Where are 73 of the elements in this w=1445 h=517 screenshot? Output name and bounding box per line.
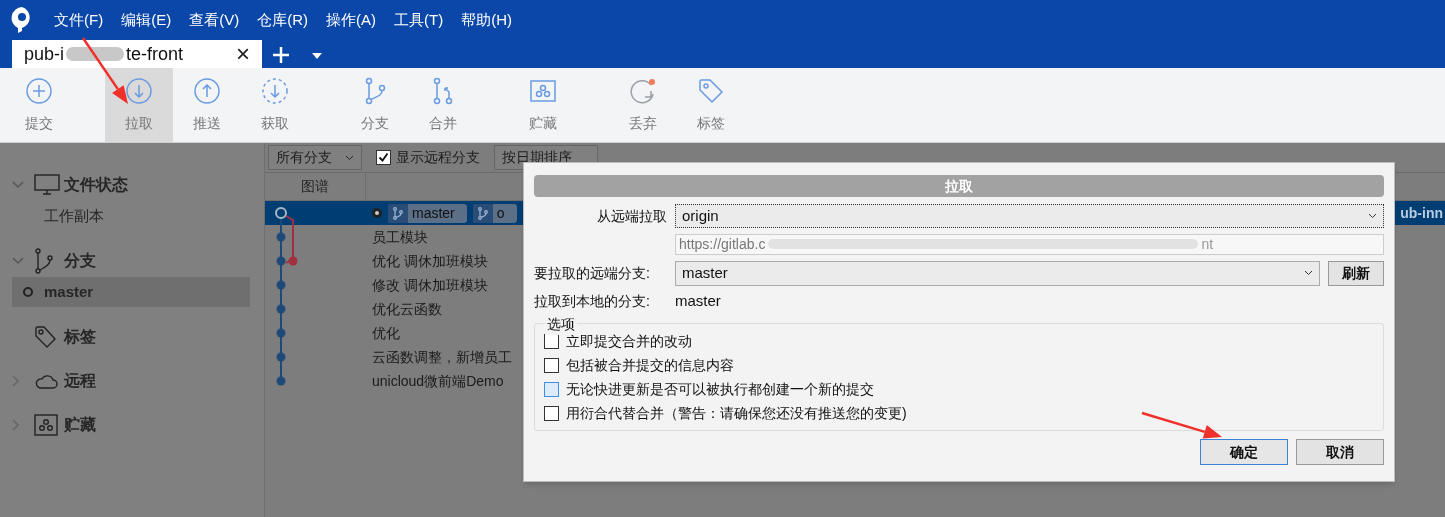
caret-down-icon[interactable]	[312, 53, 322, 59]
checkbox-option[interactable]: 无论快进更新是否可以被执行都创建一个新的提交	[544, 380, 874, 398]
toolbar-button[interactable]: 分支	[341, 68, 409, 142]
arrow-down-circle-icon	[125, 76, 153, 105]
toolbar-button[interactable]: 获取	[241, 68, 309, 142]
group-title: 选项	[545, 314, 577, 335]
refresh-button[interactable]: 刷新	[1328, 260, 1384, 286]
menu-item[interactable]: 查看(V)	[189, 8, 240, 32]
field-label: 从远端拉取	[596, 206, 668, 226]
repository-tab[interactable]: pub-i te-front ×	[12, 40, 262, 68]
blurred-text	[66, 47, 125, 61]
commit-ref-text: ub-inn	[1400, 203, 1444, 223]
menu-item[interactable]: 帮助(H)	[461, 8, 512, 32]
arrow-up-circle-icon	[193, 76, 221, 105]
sidebar-section[interactable]: 标签	[64, 325, 96, 349]
toolbar-button[interactable]: 提交	[5, 68, 73, 142]
menu-item[interactable]: 编辑(E)	[121, 8, 172, 32]
local-branch-value: master	[675, 290, 721, 311]
toolbar-button[interactable]: 合并	[409, 68, 477, 142]
sidebar-section[interactable]: 文件状态	[64, 173, 128, 197]
branch-filter-dropdown[interactable]: 所有分支	[268, 145, 362, 170]
checkbox-option[interactable]: 包括被合并提交的信息内容	[544, 356, 734, 374]
checkbox-option[interactable]: 立即提交合并的改动	[544, 332, 692, 350]
annotation-arrow	[81, 37, 128, 104]
field-label: 拉取到本地的分支:	[534, 291, 651, 311]
field-label: 要拉取的远端分支:	[534, 263, 651, 283]
menu-item[interactable]: 仓库(R)	[257, 8, 308, 32]
sidebar-item[interactable]: master	[12, 277, 250, 307]
dialog-title: 拉取	[534, 175, 1384, 197]
sidebar-section[interactable]: 贮藏	[64, 413, 96, 437]
menu-item[interactable]: 工具(T)	[394, 8, 444, 32]
branch-badge: o	[472, 203, 517, 223]
tab-title: te-front	[126, 42, 184, 66]
dialog-button[interactable]: 确定	[1200, 439, 1288, 465]
toolbar-button[interactable]: 标签	[677, 68, 745, 142]
remote-dropdown[interactable]: origin	[675, 204, 1384, 228]
plus-icon[interactable]	[272, 46, 290, 64]
stash-box-icon	[34, 414, 58, 436]
cloud-icon	[34, 372, 58, 390]
checkbox[interactable]	[376, 150, 391, 165]
sidebar-section[interactable]: 分支	[64, 249, 96, 273]
branch-icon	[34, 248, 54, 274]
url-field[interactable]: https://gitlab.c nt	[675, 233, 1384, 255]
remote-branch-dropdown[interactable]: master	[675, 260, 1320, 286]
plus-circle-icon	[25, 76, 53, 105]
toolbar-button[interactable]: 拉取	[105, 68, 173, 142]
menu-item[interactable]: 操作(A)	[326, 8, 376, 32]
branch-badge: master	[388, 203, 467, 223]
sidebar-section[interactable]: 远程	[64, 369, 96, 393]
option-label: 包括被合并提交的信息内容	[566, 355, 734, 375]
checkbox-label: 显示远程分支	[396, 148, 480, 167]
toolbar-button[interactable]: 推送	[173, 68, 241, 142]
refresh-icon	[629, 76, 657, 105]
tag-icon	[34, 325, 58, 349]
sidebar-item[interactable]: 工作副本	[12, 201, 250, 231]
checkbox[interactable]	[544, 405, 559, 421]
monitor-icon	[34, 174, 60, 196]
tag-icon	[697, 76, 725, 105]
toolbar-button[interactable]: 丢弃	[609, 68, 677, 142]
chevron-down-icon	[1304, 270, 1313, 276]
close-icon[interactable]: ×	[236, 42, 250, 66]
column-header: 图谱	[265, 173, 366, 200]
branch-icon	[477, 206, 488, 220]
chevron-down-icon	[345, 154, 354, 161]
menu-item[interactable]: 文件(F)	[54, 8, 104, 32]
dialog-button[interactable]: 取消	[1296, 439, 1384, 465]
checkbox[interactable]	[544, 357, 559, 373]
branch-icon	[393, 206, 403, 220]
chevron-down-icon	[1368, 213, 1377, 219]
toolbar-button[interactable]: 贮藏	[509, 68, 577, 142]
checkbox[interactable]	[544, 381, 559, 397]
option-label: 无论快进更新是否可以被执行都创建一个新的提交	[566, 379, 874, 399]
tab-title: pub-i	[24, 42, 65, 66]
